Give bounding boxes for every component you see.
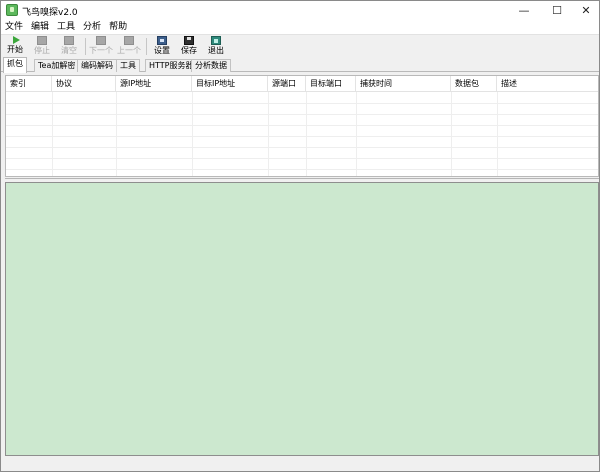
tab-tea-crypto[interactable]: Tea加解密 bbox=[34, 59, 80, 72]
save-button[interactable]: 保存 bbox=[179, 36, 199, 57]
next-label: 下一个 bbox=[89, 46, 113, 55]
menu-analyze[interactable]: 分析 bbox=[79, 20, 105, 34]
column-header-index[interactable]: 索引 bbox=[6, 76, 52, 92]
table-row bbox=[6, 126, 598, 137]
menu-file[interactable]: 文件 bbox=[1, 20, 27, 34]
menu-edit[interactable]: 编辑 bbox=[27, 20, 53, 34]
clear-label: 清空 bbox=[61, 46, 77, 55]
settings-icon bbox=[157, 36, 167, 45]
packet-detail-pane[interactable] bbox=[5, 182, 599, 456]
table-row bbox=[6, 93, 598, 104]
settings-button[interactable]: 设置 bbox=[152, 36, 172, 57]
menu-help[interactable]: 帮助 bbox=[105, 20, 131, 34]
menu-bar: 文件 编辑 工具 分析 帮助 bbox=[1, 20, 599, 34]
play-icon bbox=[12, 36, 20, 44]
table-row bbox=[6, 115, 598, 126]
toolbar-separator bbox=[146, 38, 147, 55]
maximize-button[interactable]: ☐ bbox=[540, 1, 574, 20]
exit-label: 退出 bbox=[208, 46, 224, 55]
save-icon bbox=[184, 36, 194, 45]
column-header-dest-ip[interactable]: 目标IP地址 bbox=[192, 76, 268, 92]
prev-icon bbox=[124, 36, 134, 45]
column-header-source-port[interactable]: 源端口 bbox=[268, 76, 306, 92]
table-row bbox=[6, 137, 598, 148]
toolbar-separator bbox=[85, 38, 86, 55]
column-header-dest-port[interactable]: 目标端口 bbox=[306, 76, 356, 92]
tab-capture[interactable]: 抓包 bbox=[3, 57, 27, 73]
column-header-protocol[interactable]: 协议 bbox=[52, 76, 116, 92]
title-bar[interactable]: 飞鸟嗅探v2.0 — ☐ ✕ bbox=[1, 1, 599, 20]
app-window: 飞鸟嗅探v2.0 — ☐ ✕ 文件 编辑 工具 分析 帮助 开始 停止 清空 下… bbox=[0, 0, 600, 472]
start-button[interactable]: 开始 bbox=[5, 36, 25, 57]
stop-button[interactable]: 停止 bbox=[32, 36, 52, 57]
app-logo-icon bbox=[6, 4, 18, 16]
stop-label: 停止 bbox=[34, 46, 50, 55]
table-row bbox=[6, 148, 598, 159]
clear-button[interactable]: 清空 bbox=[59, 36, 79, 57]
column-header-source-ip[interactable]: 源IP地址 bbox=[116, 76, 192, 92]
column-header-description[interactable]: 描述 bbox=[497, 76, 598, 92]
window-title: 飞鸟嗅探v2.0 bbox=[22, 8, 78, 18]
tab-encode-decode[interactable]: 编码解码 bbox=[77, 59, 117, 72]
menu-tools[interactable]: 工具 bbox=[53, 20, 79, 34]
prev-label: 上一个 bbox=[117, 46, 141, 55]
tab-strip: 抓包 Tea加解密 编码解码 工具 HTTP服务器 分析数据 bbox=[1, 57, 599, 73]
toolbar: 开始 停止 清空 下一个 上一个 设置 保存 退出 bbox=[1, 34, 599, 57]
exit-icon bbox=[211, 36, 221, 45]
table-row bbox=[6, 104, 598, 115]
table-header: 索引 协议 源IP地址 目标IP地址 源端口 目标端口 捕获时间 数据包 描述 bbox=[6, 76, 598, 92]
clear-icon bbox=[64, 36, 74, 45]
start-label: 开始 bbox=[7, 45, 23, 54]
status-bar bbox=[1, 457, 599, 471]
column-header-capture-time[interactable]: 捕获时间 bbox=[356, 76, 451, 92]
exit-button[interactable]: 退出 bbox=[206, 36, 226, 57]
tab-http-server[interactable]: HTTP服务器 bbox=[145, 59, 198, 72]
next-icon bbox=[96, 36, 106, 45]
prev-button[interactable]: 上一个 bbox=[116, 36, 142, 57]
stop-icon bbox=[37, 36, 47, 45]
column-header-packet[interactable]: 数据包 bbox=[451, 76, 497, 92]
save-label: 保存 bbox=[181, 46, 197, 55]
packet-table[interactable]: 索引 协议 源IP地址 目标IP地址 源端口 目标端口 捕获时间 数据包 描述 bbox=[5, 75, 599, 177]
table-row bbox=[6, 159, 598, 170]
next-button[interactable]: 下一个 bbox=[88, 36, 114, 57]
tab-analyze-data[interactable]: 分析数据 bbox=[191, 59, 231, 72]
close-button[interactable]: ✕ bbox=[573, 1, 599, 20]
settings-label: 设置 bbox=[154, 46, 170, 55]
minimize-button[interactable]: — bbox=[507, 1, 541, 20]
tab-tools[interactable]: 工具 bbox=[116, 59, 140, 72]
